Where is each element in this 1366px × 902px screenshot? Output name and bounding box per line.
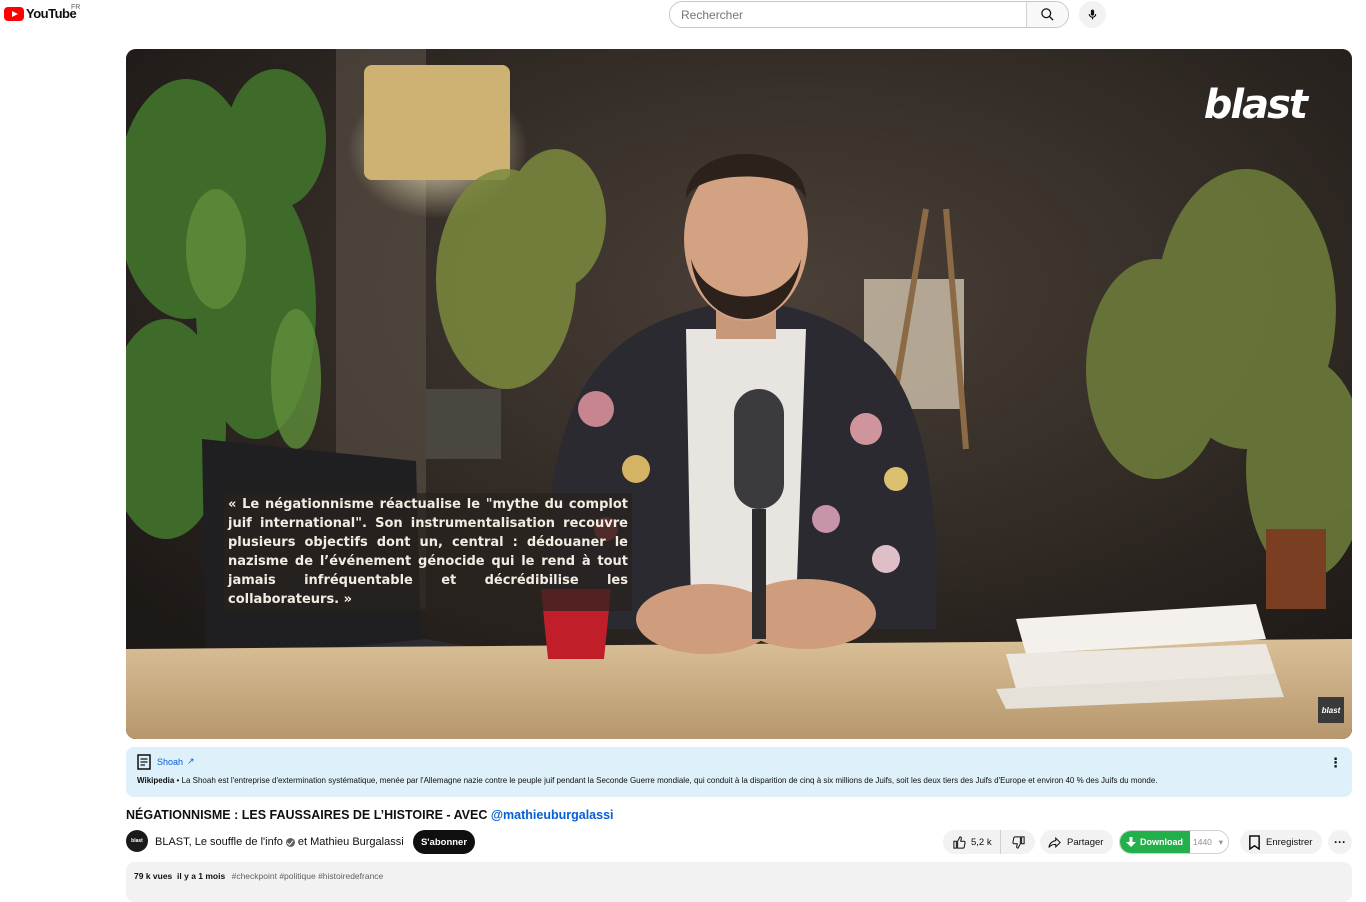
search-button[interactable]	[1026, 2, 1068, 27]
upload-date: il y a 1 mois	[177, 871, 226, 881]
mention-link[interactable]: @mathieuburgalassi	[491, 808, 614, 822]
more-actions-button[interactable]: ···	[1328, 830, 1352, 854]
voice-search-button[interactable]	[1079, 1, 1106, 28]
share-arrow-icon	[1048, 836, 1061, 848]
dislike-button[interactable]	[1001, 830, 1035, 854]
info-body: • La Shoah est l'entreprise d'exterminat…	[174, 776, 1158, 785]
search-icon	[1041, 8, 1054, 21]
top-bar: YouTube FR	[0, 0, 1366, 30]
channel-name[interactable]: BLAST, Le souffle de l'info	[155, 836, 283, 848]
video-frame	[126, 49, 1352, 739]
info-link[interactable]: Shoah	[157, 757, 183, 767]
ellipsis-icon: ···	[1334, 835, 1346, 849]
collaborator-name[interactable]: Mathieu Burgalassi	[310, 836, 404, 848]
collaborator-prefix: et	[297, 836, 308, 848]
download-group: Download 1440 ▾	[1119, 830, 1229, 854]
video-title-text: NÉGATIONNISME : LES FAUSSAIRES DE L’HIST…	[126, 808, 491, 822]
search-input[interactable]	[670, 2, 1026, 27]
hashtags[interactable]: #checkpoint #politique #histoiredefrance	[232, 871, 384, 881]
document-icon	[137, 754, 151, 770]
share-button[interactable]: Partager	[1040, 830, 1113, 854]
more-options-icon[interactable]: ⋮	[1329, 755, 1342, 771]
avatar[interactable]: blast	[126, 830, 148, 852]
youtube-logo[interactable]: YouTube FR	[4, 4, 80, 21]
channel-names: BLAST, Le souffle de l'info et Mathieu B…	[155, 836, 404, 848]
youtube-play-icon	[4, 6, 24, 21]
quality-select[interactable]: 1440 ▾	[1190, 831, 1228, 853]
like-count: 5,2 k	[971, 836, 992, 848]
quality-value: 1440	[1193, 837, 1212, 847]
download-button[interactable]: Download	[1120, 831, 1190, 853]
external-link-icon[interactable]: ↗	[187, 756, 195, 767]
channel-watermark: blast	[1203, 82, 1308, 128]
search-box	[669, 1, 1069, 28]
save-label: Enregistrer	[1266, 836, 1313, 848]
thumbs-up-icon	[953, 835, 966, 849]
info-description: Wikipedia • La Shoah est l'entreprise d'…	[137, 776, 1158, 785]
thumbs-down-icon	[1011, 835, 1025, 849]
microphone-icon	[1088, 9, 1097, 20]
video-quote-overlay: « Le négationnisme réactualise le "mythe…	[224, 493, 632, 611]
context-info-panel: Shoah ↗ Wikipedia • La Shoah est l'entre…	[126, 747, 1352, 797]
corner-logo: blast	[1318, 697, 1344, 723]
video-player[interactable]: blast blast « Le négationnisme réactuali…	[126, 49, 1352, 739]
bookmark-icon	[1249, 834, 1260, 850]
video-title: NÉGATIONNISME : LES FAUSSAIRES DE L’HIST…	[126, 808, 614, 822]
download-icon	[1126, 836, 1136, 847]
verified-icon	[285, 837, 295, 847]
share-label: Partager	[1067, 836, 1104, 848]
subscribe-button[interactable]: S'abonner	[413, 830, 475, 854]
logo-text: YouTube	[26, 6, 77, 21]
description-box[interactable]: 79 k vues il y a 1 mois #checkpoint #pol…	[126, 862, 1352, 902]
save-button[interactable]: Enregistrer	[1240, 830, 1322, 854]
info-source: Wikipedia	[137, 776, 175, 785]
description-meta: 79 k vues il y a 1 mois #checkpoint #pol…	[134, 871, 383, 881]
download-label: Download	[1140, 837, 1183, 847]
like-button[interactable]: 5,2 k	[943, 830, 1001, 854]
country-code: FR	[71, 4, 81, 11]
view-count: 79 k vues	[134, 871, 173, 881]
chevron-down-icon: ▾	[1218, 836, 1223, 847]
like-dislike-group: 5,2 k	[943, 830, 1035, 854]
